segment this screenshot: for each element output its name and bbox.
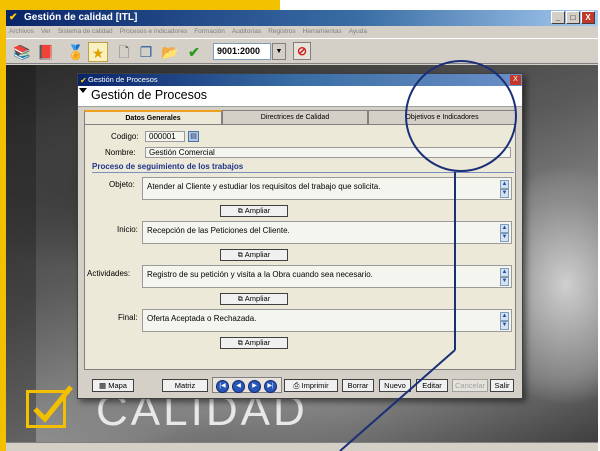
callout-line	[339, 172, 456, 451]
